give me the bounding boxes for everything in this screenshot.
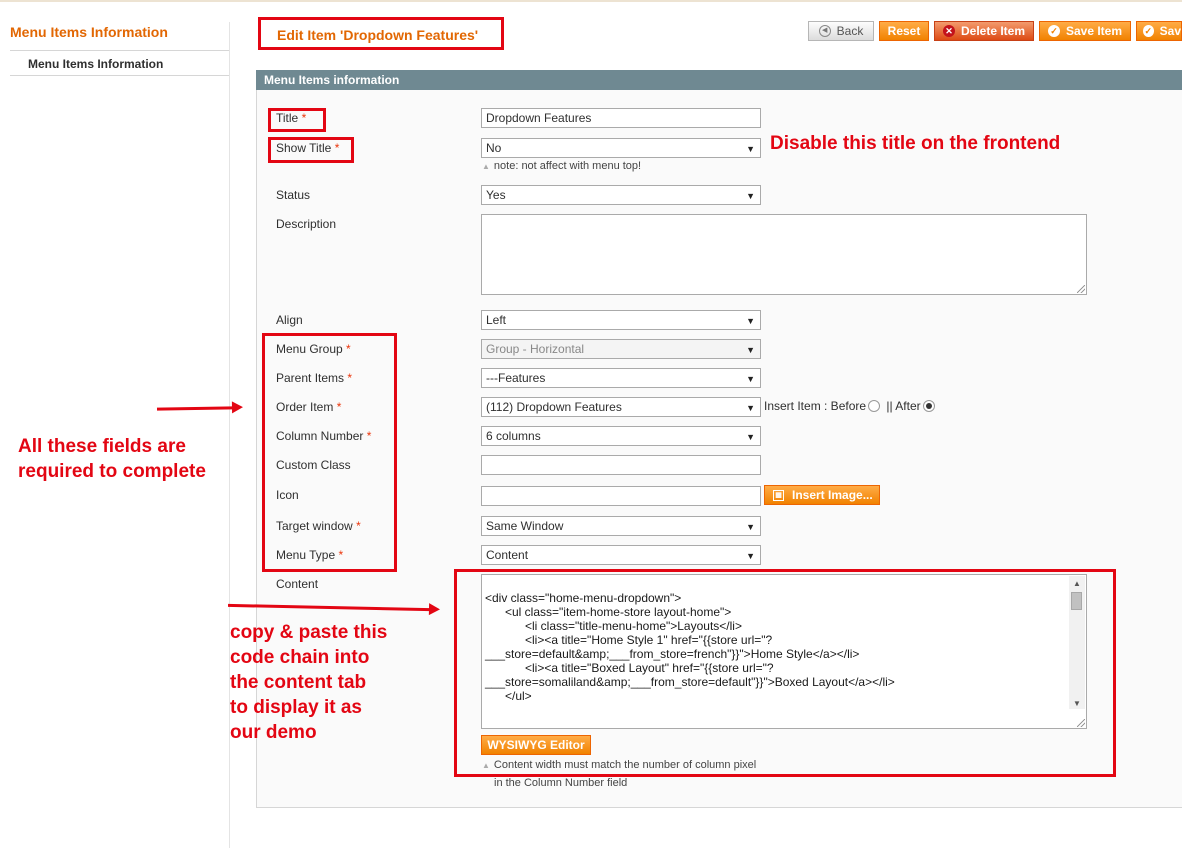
- back-button[interactable]: ◀ Back: [808, 21, 874, 41]
- reset-button[interactable]: Reset: [879, 21, 929, 41]
- sidebar-item-menu-items-information[interactable]: Menu Items Information: [28, 57, 163, 71]
- save-and-continue-button[interactable]: ✓ Sav: [1136, 21, 1182, 41]
- column-number-select[interactable]: 6 columns: [481, 426, 761, 446]
- insert-after-label: || After: [886, 399, 921, 413]
- show-title-select[interactable]: No: [481, 138, 761, 158]
- annotation-copy-line: to display it as: [230, 697, 362, 718]
- content-highlight-box: [454, 569, 1116, 777]
- show-title-note: ▲ note: not affect with menu top!: [482, 160, 642, 172]
- annotation-required-line1: All these fields are: [18, 436, 186, 457]
- menu-group-select[interactable]: Group - Horizontal: [481, 339, 761, 359]
- content-note-continued: in the Column Number field: [494, 777, 628, 789]
- reset-button-label: Reset: [887, 24, 921, 38]
- top-border: [0, 0, 1182, 2]
- annotation-disable-title: Disable this title on the frontend: [770, 133, 1061, 154]
- resize-grip-icon[interactable]: [1077, 285, 1085, 293]
- insert-image-button-label: Insert Image...: [792, 488, 873, 502]
- annotation-copy-line: our demo: [230, 722, 317, 743]
- align-label: Align: [276, 313, 303, 327]
- target-window-select[interactable]: Same Window: [481, 516, 761, 536]
- description-textarea[interactable]: [481, 214, 1087, 295]
- annotation-copy-line: copy & paste this: [230, 622, 388, 643]
- save-continue-check-icon: ✓: [1143, 25, 1154, 37]
- required-fields-highlight-box: [262, 333, 397, 572]
- sidebar-title: Menu Items Information: [10, 24, 168, 40]
- insert-before-label: Insert Item : Before: [764, 399, 867, 413]
- image-icon: ▦: [773, 489, 784, 501]
- annotation-copy-line: code chain into: [230, 647, 370, 668]
- custom-class-input[interactable]: [481, 455, 761, 475]
- insert-position-group: Insert Item : Before || After: [764, 399, 938, 413]
- parent-items-select[interactable]: ---Features: [481, 368, 761, 388]
- delete-item-button-label: Delete Item: [960, 24, 1026, 38]
- required-arrow-icon: [156, 406, 234, 411]
- show-title-highlight-box: [268, 137, 354, 163]
- save-and-continue-button-label: Sav: [1159, 24, 1181, 38]
- insert-after-radio[interactable]: [922, 400, 935, 412]
- annotation-required-line2: required to complete: [18, 461, 206, 482]
- delete-x-icon: ✕: [942, 25, 955, 37]
- status-select[interactable]: Yes: [481, 185, 761, 205]
- icon-input[interactable]: [481, 486, 761, 506]
- menu-type-select[interactable]: Content: [481, 545, 761, 565]
- title-input[interactable]: Dropdown Features: [481, 108, 761, 128]
- section-header: Menu Items information: [256, 70, 1182, 90]
- save-item-button[interactable]: ✓ Save Item: [1039, 21, 1131, 41]
- delete-item-button[interactable]: ✕ Delete Item: [934, 21, 1034, 41]
- back-button-label: Back: [836, 24, 864, 38]
- insert-image-button[interactable]: ▦ Insert Image...: [764, 485, 880, 505]
- description-label: Description: [276, 217, 337, 231]
- align-select[interactable]: Left: [481, 310, 761, 330]
- save-check-icon: ✓: [1047, 25, 1060, 37]
- title-highlight-box: [268, 108, 326, 132]
- back-arrow-icon: ◀: [818, 25, 831, 37]
- status-label: Status: [276, 188, 311, 202]
- save-item-button-label: Save Item: [1065, 24, 1123, 38]
- page-title: Edit Item 'Dropdown Features': [277, 27, 479, 43]
- annotation-copy-line: the content tab: [230, 672, 367, 693]
- insert-before-radio[interactable]: [868, 400, 881, 412]
- sidebar-divider-bottom: [10, 75, 229, 76]
- content-label: Content: [276, 577, 319, 591]
- sidebar-divider: [10, 50, 229, 51]
- order-item-select[interactable]: (112) Dropdown Features: [481, 397, 761, 417]
